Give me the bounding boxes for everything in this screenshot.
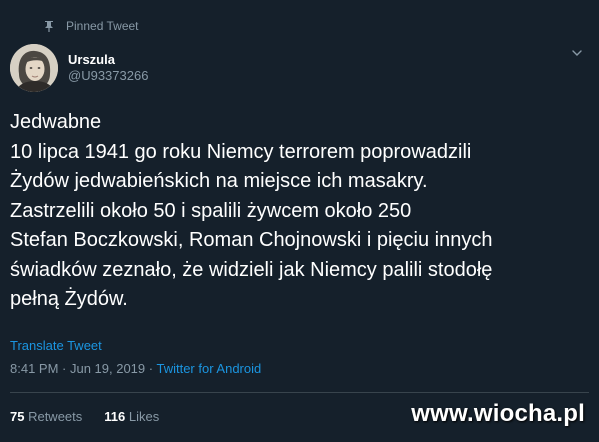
translate-tweet-link[interactable]: Translate Tweet: [10, 338, 102, 353]
tweet-line: Stefan Boczkowski, Roman Chojnowski i pi…: [10, 229, 493, 251]
pinned-tweet-label: Pinned Tweet: [44, 19, 139, 33]
retweets-stat[interactable]: 75 Retweets: [10, 409, 82, 424]
divider: [10, 392, 589, 393]
tweet-text: Jedwabne 10 lipca 1941 go roku Niemcy te…: [10, 108, 590, 315]
tweet-line: Jedwabne: [10, 111, 102, 133]
tweet-line: Zastrzelili około 50 i spalili żywcem ok…: [10, 199, 412, 222]
tweet-line: świadków zeznało, że widzieli jak Niemcy…: [10, 258, 493, 281]
tweet-line: 10 lipca 1941 go roku Niemcy terrorem po…: [10, 140, 472, 163]
avatar[interactable]: [10, 44, 58, 92]
retweets-count: 75: [10, 409, 25, 424]
pin-icon: [44, 20, 54, 32]
likes-stat[interactable]: 116 Likes: [104, 409, 159, 424]
tweet-line: pełną Żydów.: [10, 288, 128, 310]
tweet-timestamp[interactable]: 8:41 PM · Jun 19, 2019 ·: [10, 361, 156, 376]
tweet-source-link[interactable]: Twitter for Android: [156, 361, 261, 376]
likes-count: 116: [104, 409, 126, 424]
tweet-stats: 75 Retweets 116 Likes: [10, 409, 159, 424]
user-handle[interactable]: @U93373266: [68, 68, 148, 83]
chevron-down-icon[interactable]: [571, 46, 583, 58]
likes-label: Likes: [125, 409, 160, 424]
user-name[interactable]: Urszula: [68, 52, 115, 67]
tweet-meta: 8:41 PM · Jun 19, 2019 · Twitter for And…: [10, 361, 261, 376]
retweets-label: Retweets: [24, 409, 83, 424]
tweet-line: Żydów jedwabieńskich na miejsce ich masa…: [10, 170, 428, 192]
watermark: www.wiocha.pl: [411, 400, 585, 427]
pinned-text: Pinned Tweet: [66, 19, 139, 33]
